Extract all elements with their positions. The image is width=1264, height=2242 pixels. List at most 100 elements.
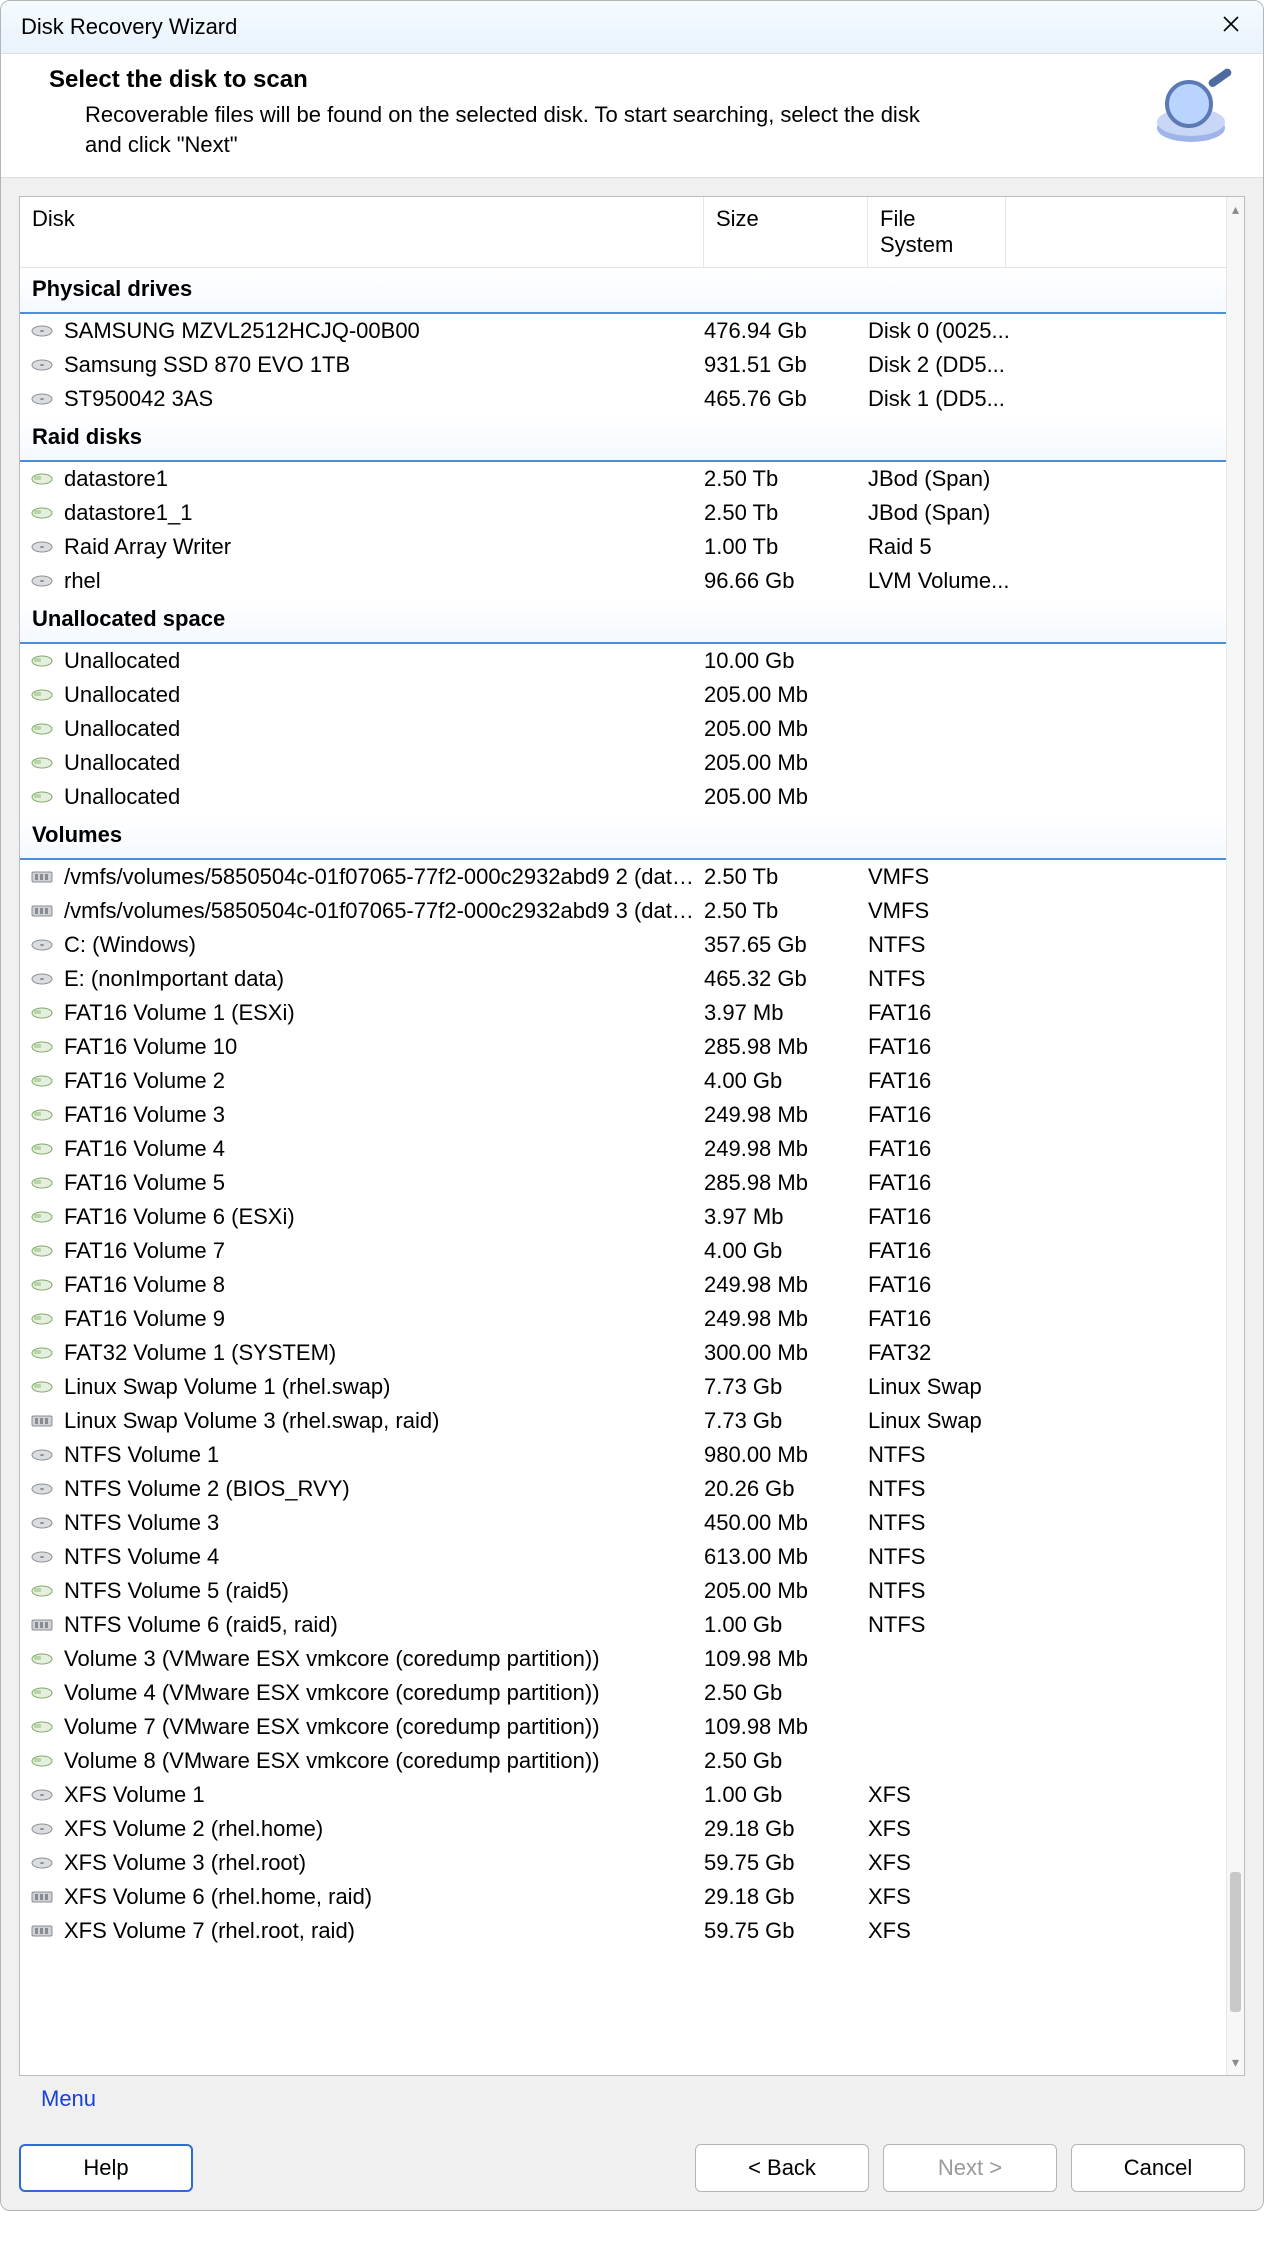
item-size: 109.98 Mb	[704, 1646, 868, 1672]
volume-icon	[28, 1141, 56, 1157]
col-size[interactable]: Size	[704, 197, 868, 267]
item-size: 205.00 Mb	[704, 750, 868, 776]
help-button[interactable]: Help	[19, 2144, 193, 2192]
list-item[interactable]: NTFS Volume 6 (raid5, raid)1.00 GbNTFS	[20, 1608, 1226, 1642]
list-item[interactable]: FAT16 Volume 1 (ESXi)3.97 MbFAT16	[20, 996, 1226, 1030]
list-item[interactable]: FAT16 Volume 24.00 GbFAT16	[20, 1064, 1226, 1098]
cancel-button[interactable]: Cancel	[1071, 2144, 1245, 2192]
item-name: datastore1_1	[64, 500, 704, 526]
list-item[interactable]: Unallocated10.00 Gb	[20, 644, 1226, 678]
list-item[interactable]: FAT16 Volume 9249.98 MbFAT16	[20, 1302, 1226, 1336]
list-item[interactable]: Unallocated205.00 Mb	[20, 712, 1226, 746]
list-item[interactable]: Linux Swap Volume 3 (rhel.swap, raid)7.7…	[20, 1404, 1226, 1438]
page-subtitle: Recoverable files will be found on the s…	[49, 100, 959, 159]
list-item[interactable]: rhel96.66 GbLVM Volume...	[20, 564, 1226, 598]
item-fs: FAT16	[868, 1204, 1068, 1230]
item-size: 7.73 Gb	[704, 1374, 868, 1400]
list-item[interactable]: FAT16 Volume 8249.98 MbFAT16	[20, 1268, 1226, 1302]
item-size: 465.32 Gb	[704, 966, 868, 992]
list-item[interactable]: FAT16 Volume 10285.98 MbFAT16	[20, 1030, 1226, 1064]
item-fs: FAT16	[868, 1272, 1068, 1298]
group-unalloc: Unallocated space	[20, 598, 1226, 644]
raid-icon	[28, 903, 56, 919]
scroll-up-icon[interactable]: ▴	[1227, 201, 1244, 218]
list-item[interactable]: /vmfs/volumes/5850504c-01f07065-77f2-000…	[20, 860, 1226, 894]
col-fs[interactable]: File System	[868, 197, 1006, 267]
list-item[interactable]: FAT16 Volume 5285.98 MbFAT16	[20, 1166, 1226, 1200]
back-button[interactable]: < Back	[695, 2144, 869, 2192]
item-size: 613.00 Mb	[704, 1544, 868, 1570]
item-fs: XFS	[868, 1884, 1068, 1910]
item-fs: FAT16	[868, 1136, 1068, 1162]
list-item[interactable]: XFS Volume 7 (rhel.root, raid)59.75 GbXF…	[20, 1914, 1226, 1948]
list-item[interactable]: Volume 4 (VMware ESX vmkcore (coredump p…	[20, 1676, 1226, 1710]
item-name: NTFS Volume 1	[64, 1442, 704, 1468]
scroll-down-icon[interactable]: ▾	[1227, 2054, 1244, 2071]
scrollbar[interactable]: ▴ ▾	[1226, 197, 1244, 2075]
list-item[interactable]: FAT32 Volume 1 (SYSTEM)300.00 MbFAT32	[20, 1336, 1226, 1370]
list-item[interactable]: Unallocated205.00 Mb	[20, 746, 1226, 780]
list-item[interactable]: datastore1_12.50 TbJBod (Span)	[20, 496, 1226, 530]
disk-icon	[28, 1549, 56, 1565]
list-item[interactable]: FAT16 Volume 74.00 GbFAT16	[20, 1234, 1226, 1268]
item-size: 7.73 Gb	[704, 1408, 868, 1434]
disk-icon	[28, 971, 56, 987]
list-item[interactable]: XFS Volume 11.00 GbXFS	[20, 1778, 1226, 1812]
volume-icon	[28, 1107, 56, 1123]
list-item[interactable]: C: (Windows)357.65 GbNTFS	[20, 928, 1226, 962]
menu-link[interactable]: Menu	[19, 2076, 118, 2126]
list-item[interactable]: Linux Swap Volume 1 (rhel.swap)7.73 GbLi…	[20, 1370, 1226, 1404]
item-name: FAT16 Volume 3	[64, 1102, 704, 1128]
list-item[interactable]: FAT16 Volume 4249.98 MbFAT16	[20, 1132, 1226, 1166]
list-item[interactable]: FAT16 Volume 6 (ESXi)3.97 MbFAT16	[20, 1200, 1226, 1234]
item-size: 465.76 Gb	[704, 386, 868, 412]
col-disk[interactable]: Disk	[20, 197, 704, 267]
list-item[interactable]: Samsung SSD 870 EVO 1TB931.51 GbDisk 2 (…	[20, 348, 1226, 382]
item-name: FAT16 Volume 1 (ESXi)	[64, 1000, 704, 1026]
item-name: NTFS Volume 6 (raid5, raid)	[64, 1612, 704, 1638]
list-item[interactable]: Volume 3 (VMware ESX vmkcore (coredump p…	[20, 1642, 1226, 1676]
item-fs: XFS	[868, 1816, 1068, 1842]
disk-icon	[28, 1515, 56, 1531]
item-size: 4.00 Gb	[704, 1068, 868, 1094]
list-item[interactable]: NTFS Volume 5 (raid5)205.00 MbNTFS	[20, 1574, 1226, 1608]
volume-icon	[28, 1039, 56, 1055]
list-item[interactable]: ST950042 3AS465.76 GbDisk 1 (DD5...	[20, 382, 1226, 416]
window-title: Disk Recovery Wizard	[21, 14, 237, 40]
list-item[interactable]: NTFS Volume 4613.00 MbNTFS	[20, 1540, 1226, 1574]
list-item[interactable]: NTFS Volume 1980.00 MbNTFS	[20, 1438, 1226, 1472]
item-size: 1.00 Tb	[704, 534, 868, 560]
list-item[interactable]: FAT16 Volume 3249.98 MbFAT16	[20, 1098, 1226, 1132]
list-item[interactable]: XFS Volume 3 (rhel.root)59.75 GbXFS	[20, 1846, 1226, 1880]
item-name: Volume 4 (VMware ESX vmkcore (coredump p…	[64, 1680, 704, 1706]
item-size: 357.65 Gb	[704, 932, 868, 958]
list-item[interactable]: Volume 8 (VMware ESX vmkcore (coredump p…	[20, 1744, 1226, 1778]
disk-icon	[28, 1481, 56, 1497]
list-item[interactable]: datastore12.50 TbJBod (Span)	[20, 462, 1226, 496]
item-fs: VMFS	[868, 864, 1068, 890]
item-name: Linux Swap Volume 3 (rhel.swap, raid)	[64, 1408, 704, 1434]
volume-icon	[28, 1685, 56, 1701]
item-fs: JBod (Span)	[868, 466, 1068, 492]
volume-icon	[28, 1005, 56, 1021]
list-item[interactable]: Raid Array Writer1.00 TbRaid 5	[20, 530, 1226, 564]
list-item[interactable]: E: (nonImportant data)465.32 GbNTFS	[20, 962, 1226, 996]
wizard-header: Select the disk to scan Recoverable file…	[1, 54, 1263, 178]
list-item[interactable]: SAMSUNG MZVL2512HCJQ-00B00476.94 GbDisk …	[20, 314, 1226, 348]
item-name: SAMSUNG MZVL2512HCJQ-00B00	[64, 318, 704, 344]
list-item[interactable]: Unallocated205.00 Mb	[20, 780, 1226, 814]
list-item[interactable]: XFS Volume 6 (rhel.home, raid)29.18 GbXF…	[20, 1880, 1226, 1914]
item-name: FAT16 Volume 8	[64, 1272, 704, 1298]
item-fs: Disk 0 (0025...	[868, 318, 1068, 344]
item-size: 205.00 Mb	[704, 682, 868, 708]
item-size: 59.75 Gb	[704, 1850, 868, 1876]
scroll-thumb[interactable]	[1230, 1872, 1241, 2012]
list-item[interactable]: /vmfs/volumes/5850504c-01f07065-77f2-000…	[20, 894, 1226, 928]
list-item[interactable]: NTFS Volume 2 (BIOS_RVY)20.26 GbNTFS	[20, 1472, 1226, 1506]
close-button[interactable]	[1213, 9, 1249, 45]
list-item[interactable]: NTFS Volume 3450.00 MbNTFS	[20, 1506, 1226, 1540]
list-item[interactable]: Unallocated205.00 Mb	[20, 678, 1226, 712]
list-item[interactable]: XFS Volume 2 (rhel.home)29.18 GbXFS	[20, 1812, 1226, 1846]
item-name: FAT16 Volume 5	[64, 1170, 704, 1196]
list-item[interactable]: Volume 7 (VMware ESX vmkcore (coredump p…	[20, 1710, 1226, 1744]
